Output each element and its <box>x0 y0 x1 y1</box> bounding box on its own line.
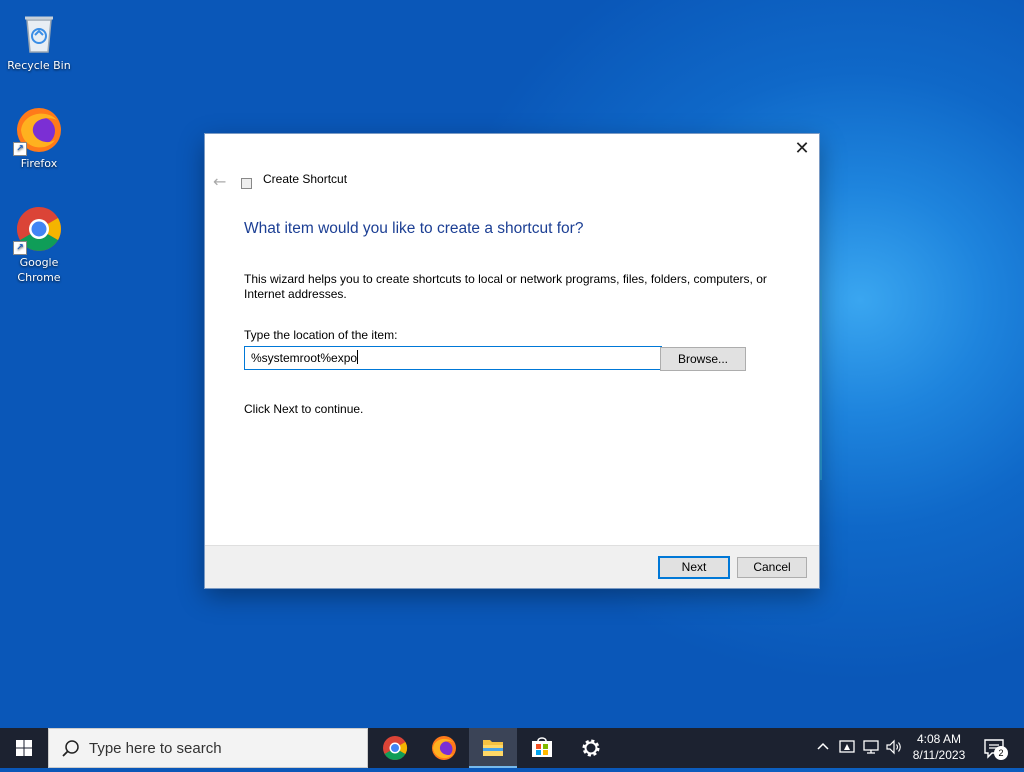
text-caret <box>357 350 359 364</box>
tray-network-button[interactable] <box>862 738 880 760</box>
shortcut-arrow-icon: ↗ <box>13 142 27 156</box>
tray-overflow-button[interactable] <box>816 739 830 757</box>
security-alert-icon <box>839 740 855 753</box>
close-button[interactable]: ✕ <box>785 134 819 164</box>
window-edge-glow <box>819 290 822 480</box>
taskbar-app-settings[interactable] <box>567 728 615 768</box>
chrome-icon: ↗ <box>13 205 63 255</box>
back-button[interactable]: ← <box>213 172 226 191</box>
desktop-icon-label: Recycle Bin <box>7 59 71 72</box>
windows-logo-icon <box>16 740 32 756</box>
close-icon: ✕ <box>794 138 810 159</box>
firefox-icon <box>432 736 456 760</box>
shortcut-icon <box>241 178 252 189</box>
search-placeholder: Type here to search <box>89 740 222 757</box>
location-input-value: %systemroot%expo <box>251 351 358 365</box>
clock-time: 4:08 AM <box>916 732 962 746</box>
browse-button[interactable]: Browse... <box>660 347 746 371</box>
taskbar-app-chrome[interactable] <box>371 728 419 768</box>
chrome-icon <box>383 736 408 761</box>
desktop-icon-recycle-bin[interactable]: Recycle Bin <box>4 8 74 73</box>
search-icon <box>62 740 79 757</box>
dialog-heading: What item would you like to create a sho… <box>244 220 584 237</box>
dialog-footer: Next Cancel <box>205 545 819 588</box>
store-icon <box>532 737 552 757</box>
create-shortcut-dialog: ✕ ← Create Shortcut What item would you … <box>205 134 819 588</box>
taskbar-app-firefox[interactable] <box>420 728 468 768</box>
back-arrow-icon: ← <box>213 172 227 191</box>
network-icon <box>863 740 879 754</box>
notification-count-badge: 2 <box>994 746 1008 760</box>
next-button[interactable]: Next <box>658 556 730 579</box>
location-input[interactable]: %systemroot%expo <box>244 346 662 370</box>
continue-hint: Click Next to continue. <box>244 402 364 416</box>
shortcut-arrow-icon: ↗ <box>13 241 27 255</box>
taskbar-app-microsoft-store[interactable] <box>518 728 566 768</box>
dialog-title: Create Shortcut <box>263 172 348 186</box>
desktop-icon-firefox[interactable]: ↗ Firefox <box>4 106 74 171</box>
start-button[interactable] <box>0 728 48 768</box>
desktop-icon-google-chrome[interactable]: ↗ Google Chrome <box>4 205 74 285</box>
taskbar-app-file-explorer[interactable] <box>469 728 517 768</box>
action-center-button[interactable]: 2 <box>982 736 1008 760</box>
desktop-icon-label: Google Chrome <box>17 256 61 284</box>
cancel-button[interactable]: Cancel <box>737 557 807 578</box>
chevron-up-icon <box>817 742 829 750</box>
firefox-icon: ↗ <box>13 106 63 156</box>
file-explorer-icon <box>483 740 503 756</box>
taskbar-clock[interactable]: 4:08 AM 8/11/2023 <box>900 731 978 763</box>
settings-icon <box>582 739 600 757</box>
desktop-icon-label: Firefox <box>20 157 58 170</box>
taskbar-search-box[interactable]: Type here to search <box>48 728 368 768</box>
clock-date: 8/11/2023 <box>912 748 966 762</box>
location-label: Type the location of the item: <box>244 328 398 342</box>
tray-security-icon-button[interactable] <box>838 738 856 760</box>
recycle-bin-icon <box>15 8 63 56</box>
dialog-description: This wizard helps you to create shortcut… <box>244 272 767 301</box>
taskbar: Type here to search 4:08 AM 8/11/2023 2 <box>0 728 1024 768</box>
